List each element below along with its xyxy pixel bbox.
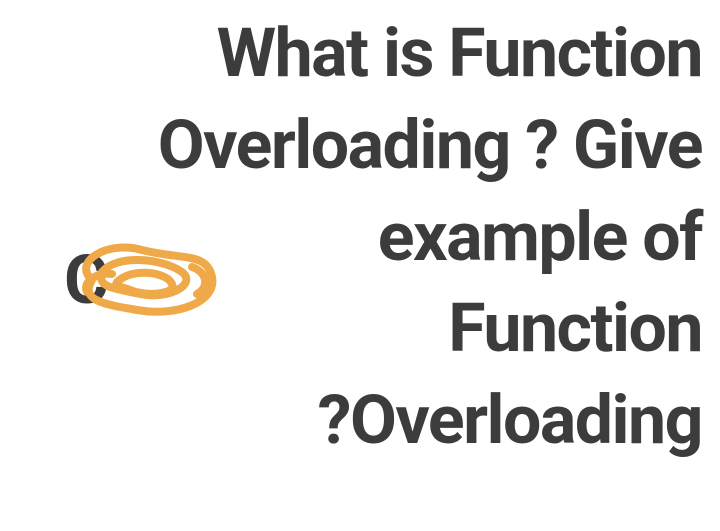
question-text: What is Function Overloading ? Give exam… (18, 8, 702, 467)
question-container: What is Function Overloading ? Give exam… (18, 8, 702, 467)
obscured-character: C (64, 240, 107, 320)
